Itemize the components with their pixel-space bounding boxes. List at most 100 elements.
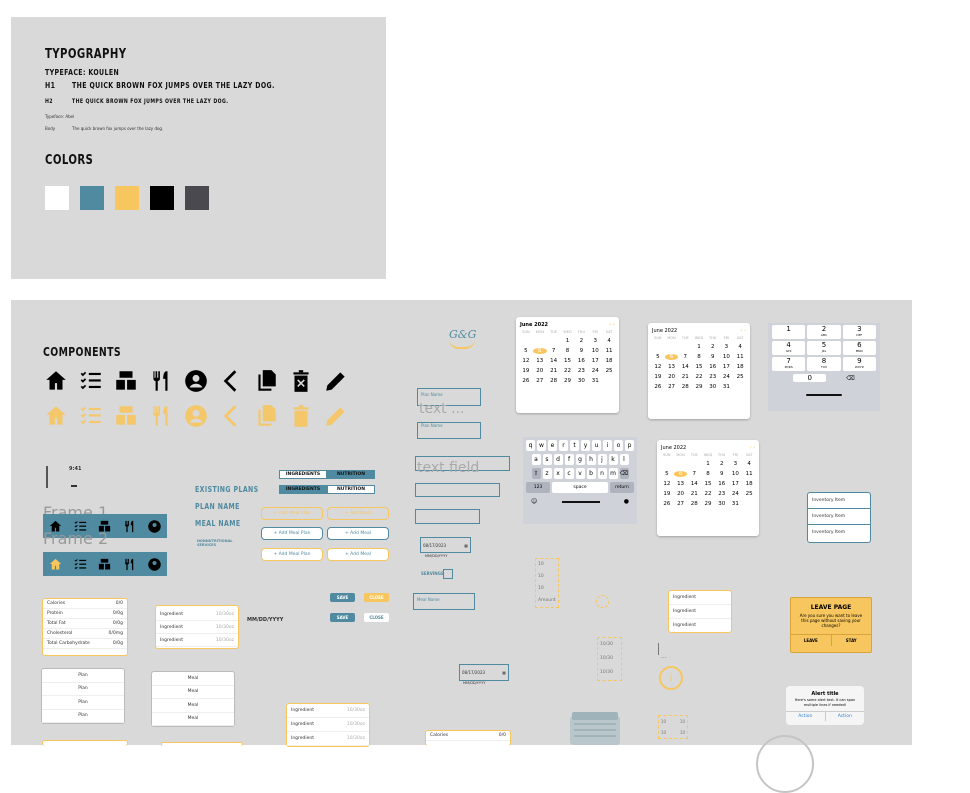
calendar-day[interactable]: 5 (651, 354, 665, 360)
stay-button[interactable]: STAY (832, 635, 872, 646)
calendar-day[interactable]: 5 (660, 471, 674, 477)
calendar-day[interactable]: 9 (715, 471, 729, 477)
boxes-icon[interactable] (97, 557, 112, 572)
calendar-day[interactable]: 13 (665, 364, 679, 370)
calendar-day[interactable]: 21 (687, 491, 701, 497)
pencil-icon[interactable] (323, 403, 349, 429)
list-item[interactable]: Plan (42, 669, 124, 683)
calendar-day[interactable]: 25 (742, 491, 756, 497)
calendar-day[interactable]: 31 (720, 384, 734, 390)
copy-icon[interactable] (253, 368, 279, 394)
calendar-day[interactable]: 28 (687, 501, 701, 507)
calendar-day[interactable]: 4 (602, 338, 616, 344)
numpad-key-9[interactable]: 9 WXYZ (842, 357, 876, 371)
stepper-value[interactable]: 10/30 (598, 666, 621, 680)
calendar-day[interactable]: 10 (588, 348, 602, 354)
calendar-day[interactable]: 2 (706, 344, 720, 350)
key-e[interactable]: e (548, 440, 557, 451)
calendar-day[interactable]: 25 (602, 368, 616, 374)
calendar-day[interactable]: 2 (715, 461, 729, 467)
close-button[interactable]: CLOSE (364, 613, 389, 622)
calendar-day[interactable]: 19 (519, 368, 533, 374)
copy-icon[interactable] (253, 403, 279, 429)
alert-action-button[interactable]: Action (826, 712, 865, 721)
leave-button[interactable]: LEAVE (791, 635, 832, 646)
add-meal-button[interactable]: + Add Meal (327, 527, 389, 540)
add-meal-plan-button[interactable]: + Add Meal Plan (261, 507, 323, 520)
key-f[interactable]: f (564, 454, 574, 465)
numpad-key-7[interactable]: 7 PQRS (772, 357, 806, 371)
calendar-icon[interactable]: ▦ (464, 543, 468, 548)
stepper-value[interactable]: 10 (536, 571, 558, 583)
key-x[interactable]: x (553, 468, 563, 479)
delete-icon[interactable] (288, 368, 314, 394)
calendar-day[interactable]: 18 (602, 358, 616, 364)
calendar-day[interactable]: 16 (715, 481, 729, 487)
calendar-day[interactable]: 20 (533, 368, 547, 374)
calendar-day[interactable]: 15 (701, 481, 715, 487)
calendar-day[interactable]: 31 (729, 501, 743, 507)
list-item[interactable]: Ingredient (669, 605, 731, 619)
calendar-day[interactable]: 7 (687, 471, 701, 477)
calendar-day[interactable]: 21 (678, 374, 692, 380)
calendar-day[interactable]: 6 (532, 348, 547, 354)
calendar-day[interactable]: 12 (519, 358, 533, 364)
key-r[interactable]: r (559, 440, 568, 451)
calendar-day[interactable]: 29 (692, 384, 706, 390)
checklist-icon[interactable] (73, 557, 88, 572)
calendar-day[interactable]: 11 (602, 348, 616, 354)
text-field[interactable] (415, 483, 500, 497)
info-icon[interactable]: i (659, 666, 683, 690)
list-item[interactable]: Ingredient (669, 591, 731, 605)
add-meal-plan-button[interactable]: + Add Meal Plan (261, 548, 323, 561)
numpad-key-6[interactable]: 6 MNO (842, 341, 876, 355)
calendar-day[interactable]: 7 (547, 348, 561, 354)
calendar-day[interactable]: 1 (692, 344, 706, 350)
date-field[interactable]: 08/17/2023 ▦ (459, 664, 509, 681)
calendar-day[interactable]: 10 (729, 471, 743, 477)
calendar-day[interactable]: 17 (729, 481, 743, 487)
list-item[interactable]: Inventory Item (808, 493, 870, 509)
calendar-day[interactable]: 24 (720, 374, 734, 380)
key-w[interactable]: w (537, 440, 546, 451)
stepper-value[interactable]: 10/30 (598, 638, 621, 652)
calendar-day[interactable]: 14 (678, 364, 692, 370)
calendar-day[interactable]: 13 (674, 481, 688, 487)
fork-knife-icon[interactable] (122, 557, 137, 572)
delete-icon[interactable] (288, 403, 314, 429)
key-z[interactable]: z (542, 468, 552, 479)
calendar-day[interactable]: 6 (664, 354, 679, 360)
key-i[interactable]: i (603, 440, 612, 451)
calendar-day[interactable]: 13 (533, 358, 547, 364)
calendar-day[interactable]: 14 (687, 481, 701, 487)
calendar-day[interactable]: 20 (674, 491, 688, 497)
key-c[interactable]: c (564, 468, 574, 479)
numpad-key-5[interactable]: 5 JKL (807, 341, 841, 355)
calendar-day[interactable]: 29 (561, 378, 575, 384)
calendar-day[interactable]: 24 (588, 368, 602, 374)
date-field[interactable]: 08/17/2023 ▦ (420, 537, 471, 553)
calendar-day[interactable]: 23 (706, 374, 720, 380)
calendar-day[interactable]: 3 (720, 344, 734, 350)
calendar-day[interactable]: 5 (519, 348, 533, 354)
key-j[interactable]: j (597, 454, 607, 465)
calendar-day[interactable]: 15 (692, 364, 706, 370)
calendar-day[interactable]: 28 (678, 384, 692, 390)
list-item[interactable]: Ingredient (669, 619, 731, 632)
calendar-icon[interactable]: ▦ (502, 670, 506, 675)
calendar-day[interactable]: 26 (660, 501, 674, 507)
radio-circle[interactable] (596, 595, 609, 608)
key-s[interactable]: s (542, 454, 552, 465)
toggle-nutrition[interactable]: NUTRITION (327, 485, 375, 494)
month-nav-arrows[interactable]: ‹ › (749, 445, 755, 451)
month-nav-arrows[interactable]: ‹ › (740, 328, 746, 334)
key-t[interactable]: t (570, 440, 579, 451)
text-field[interactable] (415, 509, 480, 524)
numpad-key-8[interactable]: 8 TUV (807, 357, 841, 371)
key-o[interactable]: o (614, 440, 623, 451)
calendar-day[interactable]: 4 (742, 461, 756, 467)
list-item[interactable]: Plan (42, 696, 124, 710)
key-v[interactable]: v (575, 468, 585, 479)
calendar-day[interactable]: 22 (692, 374, 706, 380)
list-item[interactable]: Plan (42, 710, 124, 723)
